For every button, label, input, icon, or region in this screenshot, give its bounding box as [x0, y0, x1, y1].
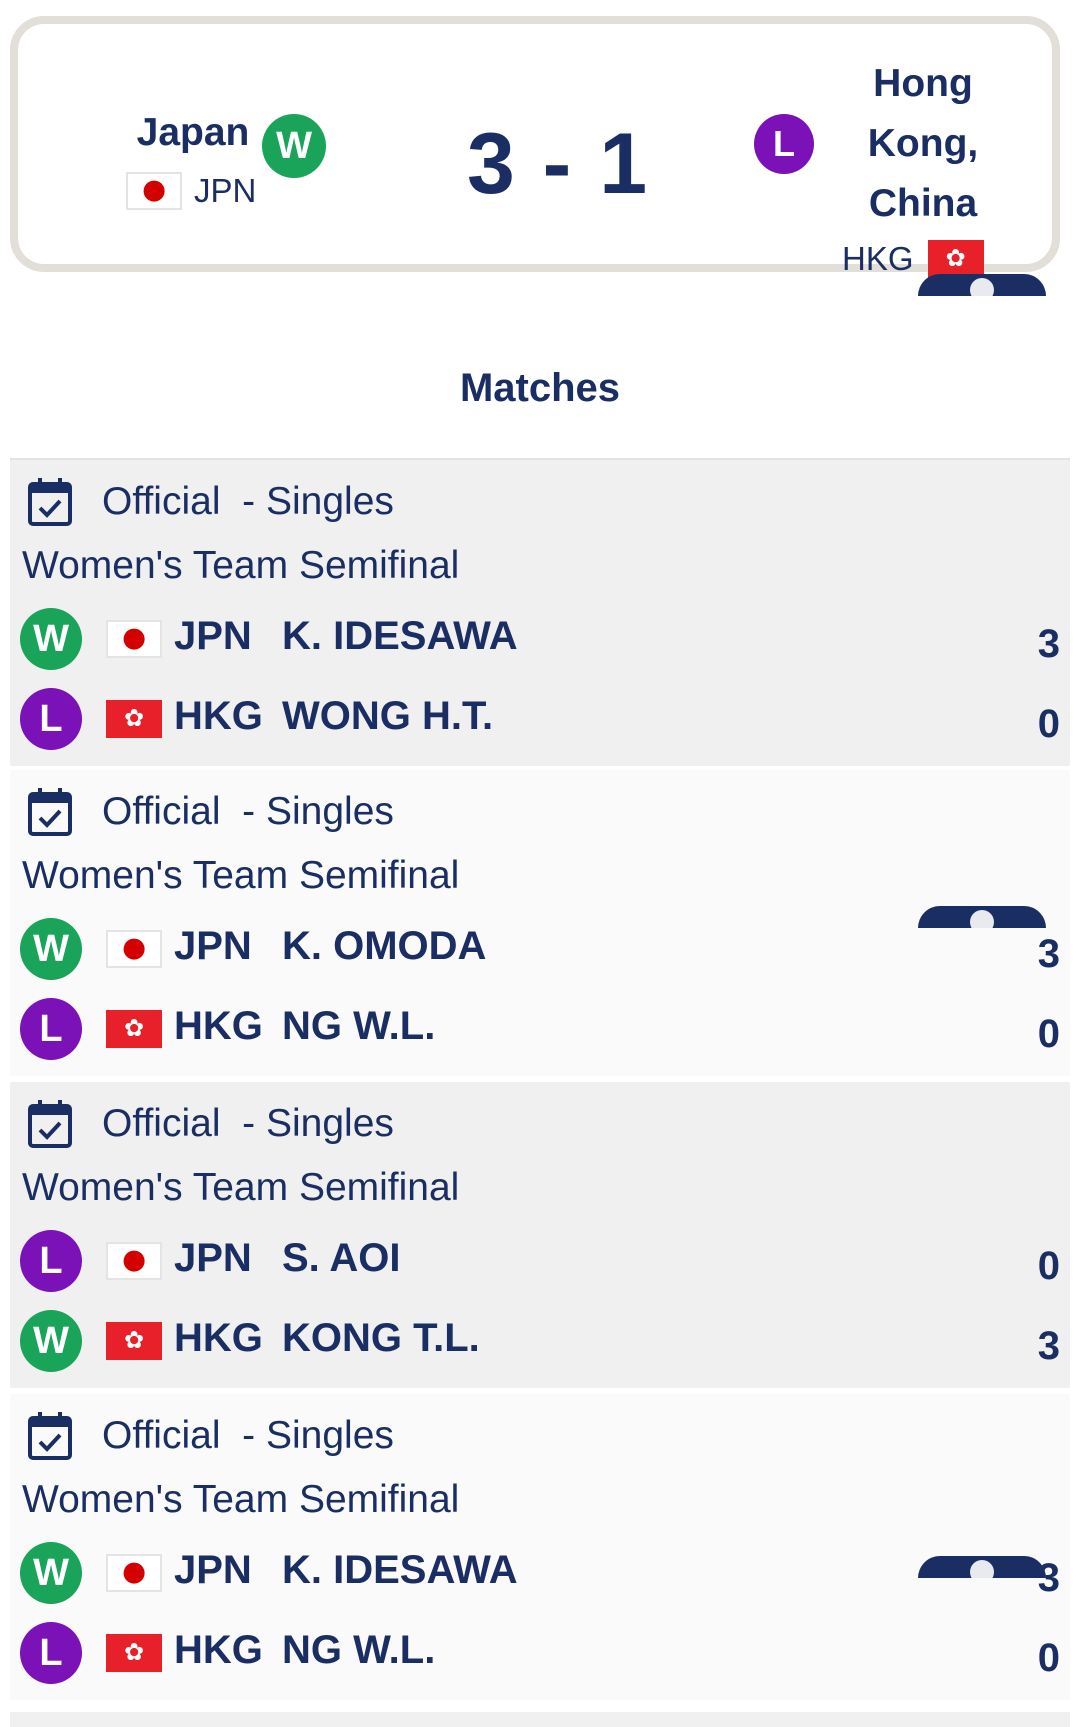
player-country-code: JPN: [174, 1548, 252, 1592]
team-right-code: HKG: [842, 240, 914, 277]
floating-action-tab[interactable]: [918, 1556, 1046, 1578]
team-right-name: Hong Kong, China: [848, 54, 998, 234]
hong-kong-flag-icon: ✿: [106, 700, 162, 738]
player-score: 3: [1037, 1324, 1060, 1368]
player-name: K. IDESAWA: [282, 1548, 518, 1592]
match-card[interactable]: Official - Singles Women's Team Semifina…: [10, 770, 1070, 1076]
player-score: 3: [1037, 1556, 1060, 1600]
team-right[interactable]: Hong Kong, China HKG ✿: [842, 54, 998, 278]
match-status: Official - Singles: [102, 1414, 394, 1457]
team-right-name-line: China: [868, 182, 978, 225]
loss-badge: L: [20, 1230, 82, 1292]
match-card[interactable]: Official - Singles Women's Team Semifina…: [10, 1082, 1070, 1388]
player-country-code: JPN: [174, 614, 252, 658]
team-right-code-row: HKG ✿: [842, 240, 984, 278]
player-row[interactable]: W JPN K. IDESAWA 3: [20, 1542, 1060, 1608]
match-status: Official - Singles: [102, 1102, 394, 1145]
player-country-code: JPN: [174, 924, 252, 968]
next-match-card-edge: [10, 1712, 1070, 1727]
player-name: NG W.L.: [282, 1004, 436, 1048]
match-status: Official - Singles: [102, 790, 394, 833]
player-country-code: JPN: [174, 1236, 252, 1280]
hong-kong-flag-icon: ✿: [106, 1010, 162, 1048]
match-round: Women's Team Semifinal: [22, 854, 460, 897]
floating-action-tab[interactable]: [918, 274, 1046, 296]
match-card[interactable]: Official - Singles Women's Team Semifina…: [10, 1394, 1070, 1700]
win-badge: W: [20, 918, 82, 980]
japan-flag-icon: [106, 1242, 162, 1280]
player-country-code: HKG: [174, 1004, 263, 1048]
player-score: 0: [1037, 1636, 1060, 1680]
player-row[interactable]: W JPN K. IDESAWA 3: [20, 608, 1060, 674]
hong-kong-flag-icon: ✿: [106, 1634, 162, 1672]
loss-badge: L: [20, 688, 82, 750]
floating-action-tab[interactable]: [918, 906, 1046, 928]
win-badge: W: [20, 1542, 82, 1604]
loss-badge: L: [20, 1622, 82, 1684]
matches-section-title: Matches: [459, 366, 621, 410]
match-round: Women's Team Semifinal: [22, 1478, 460, 1521]
player-row[interactable]: W JPN K. OMODA 3: [20, 918, 1060, 984]
player-row[interactable]: W ✿ HKG KONG T.L. 3: [20, 1310, 1060, 1376]
japan-flag-icon: [106, 1554, 162, 1592]
player-country-code: HKG: [174, 694, 263, 738]
team-right-name-line: Hong: [873, 62, 973, 105]
player-name: WONG H.T.: [282, 694, 494, 738]
match-card[interactable]: Official - Singles Women's Team Semifina…: [10, 460, 1070, 766]
player-country-code: HKG: [174, 1628, 263, 1672]
player-name: S. AOI: [282, 1236, 401, 1280]
player-row[interactable]: L ✿ HKG NG W.L. 0: [20, 1622, 1060, 1688]
hong-kong-flag-icon: ✿: [106, 1322, 162, 1360]
player-country-code: HKG: [174, 1316, 263, 1360]
win-badge: W: [20, 608, 82, 670]
player-score: 0: [1037, 1244, 1060, 1288]
match-round: Women's Team Semifinal: [22, 544, 460, 587]
japan-flag-icon: [126, 172, 182, 210]
hong-kong-flag-icon: ✿: [927, 240, 984, 278]
calendar-check-icon: [28, 478, 72, 526]
win-badge: W: [20, 1310, 82, 1372]
match-round: Women's Team Semifinal: [22, 1166, 460, 1209]
team-left-name: Japan: [136, 111, 250, 154]
team-left-code-row: JPN: [126, 172, 256, 210]
player-name: KONG T.L.: [282, 1316, 480, 1360]
player-row[interactable]: L ✿ HKG WONG H.T. 0: [20, 688, 1060, 754]
player-score: 0: [1037, 702, 1060, 746]
calendar-check-icon: [28, 1412, 72, 1460]
loss-badge: L: [20, 998, 82, 1060]
player-score: 0: [1037, 1012, 1060, 1056]
japan-flag-icon: [106, 620, 162, 658]
player-row[interactable]: L JPN S. AOI 0: [20, 1230, 1060, 1296]
match-score-card: Japan JPN W 3 - 1 L Hong Kong, China HKG…: [10, 16, 1060, 278]
player-score: 3: [1037, 622, 1060, 666]
player-row[interactable]: L ✿ HKG NG W.L. 0: [20, 998, 1060, 1064]
team-left-code: JPN: [194, 172, 257, 209]
player-name: K. IDESAWA: [282, 614, 518, 658]
match-status: Official - Singles: [102, 480, 394, 523]
player-name: NG W.L.: [282, 1628, 436, 1672]
japan-flag-icon: [106, 930, 162, 968]
calendar-check-icon: [28, 788, 72, 836]
team-right-name-line: Kong,: [867, 122, 979, 165]
calendar-check-icon: [28, 1100, 72, 1148]
player-name: K. OMODA: [282, 924, 487, 968]
player-score: 3: [1037, 932, 1060, 976]
team-right-result-badge: L: [754, 114, 814, 174]
overall-score: 3 - 1: [466, 116, 650, 212]
team-left-result-badge: W: [262, 114, 326, 178]
